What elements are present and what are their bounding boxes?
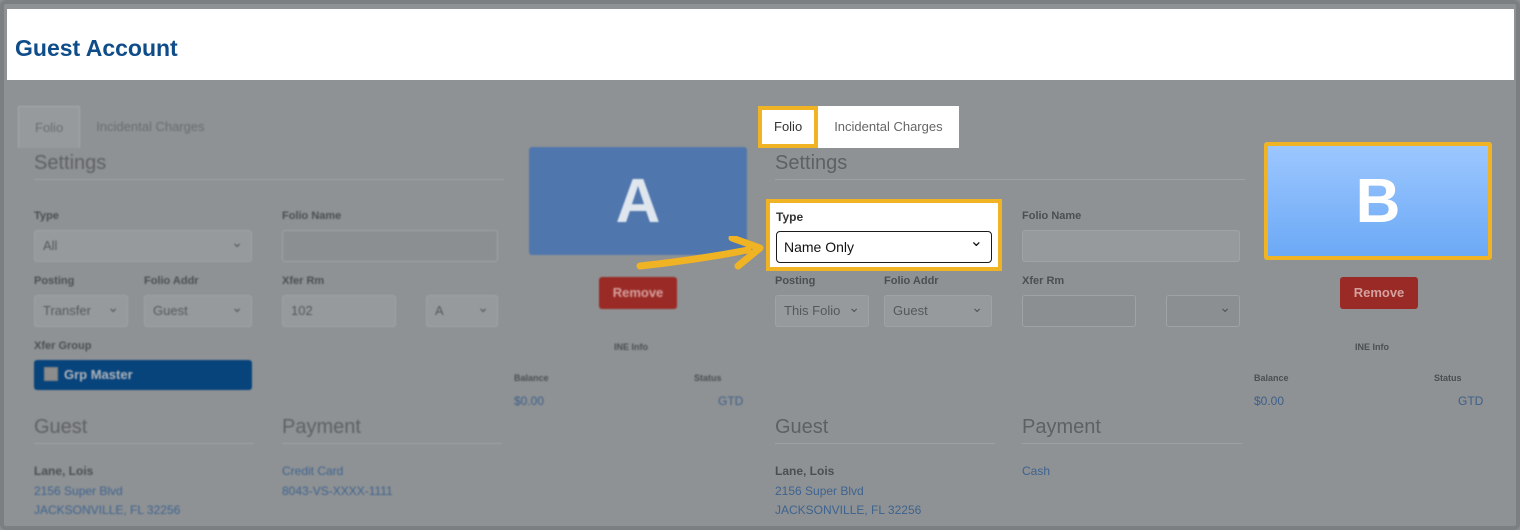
posting-label: Posting	[34, 275, 75, 287]
guest-name: Lane, Lois	[775, 464, 835, 478]
folio-addr-select[interactable]: Guest	[884, 292, 992, 327]
tab-folio[interactable]: Folio	[758, 106, 819, 148]
status-value: GTD	[1458, 394, 1484, 408]
status-value: GTD	[718, 394, 744, 408]
tab-bar: Folio Incidental Charges	[18, 106, 221, 148]
status-label: Status	[694, 373, 722, 383]
guest-title: Guest	[775, 416, 995, 444]
xfer-rm-input[interactable]: 102	[282, 295, 396, 327]
page-title: Guest Account	[15, 35, 178, 61]
type-select[interactable]: Name Only	[776, 227, 992, 263]
posting-label: Posting	[775, 275, 816, 287]
payment-method[interactable]: Cash	[1022, 464, 1050, 478]
arrow-right-icon	[636, 236, 764, 270]
guest-title: Guest	[34, 416, 254, 444]
folio-name-input[interactable]	[282, 230, 498, 262]
guest-name: Lane, Lois	[34, 464, 94, 478]
tab-folio[interactable]: Folio	[18, 106, 81, 148]
remove-button[interactable]: Remove	[599, 277, 677, 309]
folio-addr-label: Folio Addr	[884, 275, 939, 287]
folio-pane-b: Folio Incidental Charges Settings Type N…	[758, 100, 1498, 530]
xfer-group-label: Xfer Group	[34, 340, 92, 352]
page-header: Guest Account	[7, 9, 1514, 80]
tab-bar: Folio Incidental Charges	[758, 106, 959, 148]
status-label: Status	[1434, 373, 1462, 383]
settings-title: Settings	[775, 152, 1245, 180]
folio-pane-a: Folio Incidental Charges Settings Type A…	[18, 100, 758, 530]
remove-button[interactable]: Remove	[1340, 277, 1418, 309]
balance-value: $0.00	[514, 394, 545, 408]
type-label: Type	[34, 210, 59, 222]
type-label: Type	[776, 210, 804, 224]
type-select[interactable]: All	[34, 227, 252, 262]
xfer-rm-label: Xfer Rm	[1022, 275, 1065, 287]
ine-info-label: INE Info	[614, 342, 648, 352]
tab-incidental-charges[interactable]: Incidental Charges	[818, 106, 959, 148]
type-field-highlight: Type Name Only	[766, 199, 1002, 271]
folio-addr-select[interactable]: Guest	[144, 292, 252, 327]
payment-title: Payment	[1022, 416, 1242, 444]
folio-name-label: Folio Name	[282, 210, 342, 222]
checkbox-icon[interactable]	[44, 367, 58, 381]
payment-card: 8043-VS-XXXX-1111	[282, 484, 393, 498]
balance-label: Balance	[514, 373, 549, 383]
tab-incidental-charges[interactable]: Incidental Charges	[80, 106, 220, 148]
posting-select[interactable]: Transfer	[34, 292, 128, 327]
settings-title: Settings	[34, 152, 504, 180]
grp-master-label: Grp Master	[64, 367, 133, 382]
payment-method[interactable]: Credit Card	[282, 464, 343, 478]
guest-addr1: 2156 Super Blvd	[34, 484, 123, 498]
balance-value: $0.00	[1254, 394, 1285, 408]
payment-title: Payment	[282, 416, 502, 444]
folio-card-b: B	[1264, 142, 1492, 260]
guest-addr1: 2156 Super Blvd	[775, 484, 864, 498]
posting-select[interactable]: This Folio	[775, 292, 869, 327]
xfer-rm-select[interactable]	[1166, 292, 1240, 327]
xfer-rm-input[interactable]	[1022, 295, 1136, 327]
folio-name-label: Folio Name	[1022, 210, 1082, 222]
balance-label: Balance	[1254, 373, 1289, 383]
grp-master-button[interactable]: Grp Master	[34, 360, 252, 390]
folio-addr-label: Folio Addr	[144, 275, 199, 287]
guest-addr2: JACKSONVILLE, FL 32256	[775, 503, 922, 517]
xfer-rm-select[interactable]: A	[426, 292, 498, 327]
folio-name-input[interactable]	[1022, 230, 1240, 262]
ine-info-label: INE Info	[1355, 342, 1389, 352]
xfer-rm-label: Xfer Rm	[282, 275, 325, 287]
guest-addr2: JACKSONVILLE, FL 32256	[34, 503, 181, 517]
